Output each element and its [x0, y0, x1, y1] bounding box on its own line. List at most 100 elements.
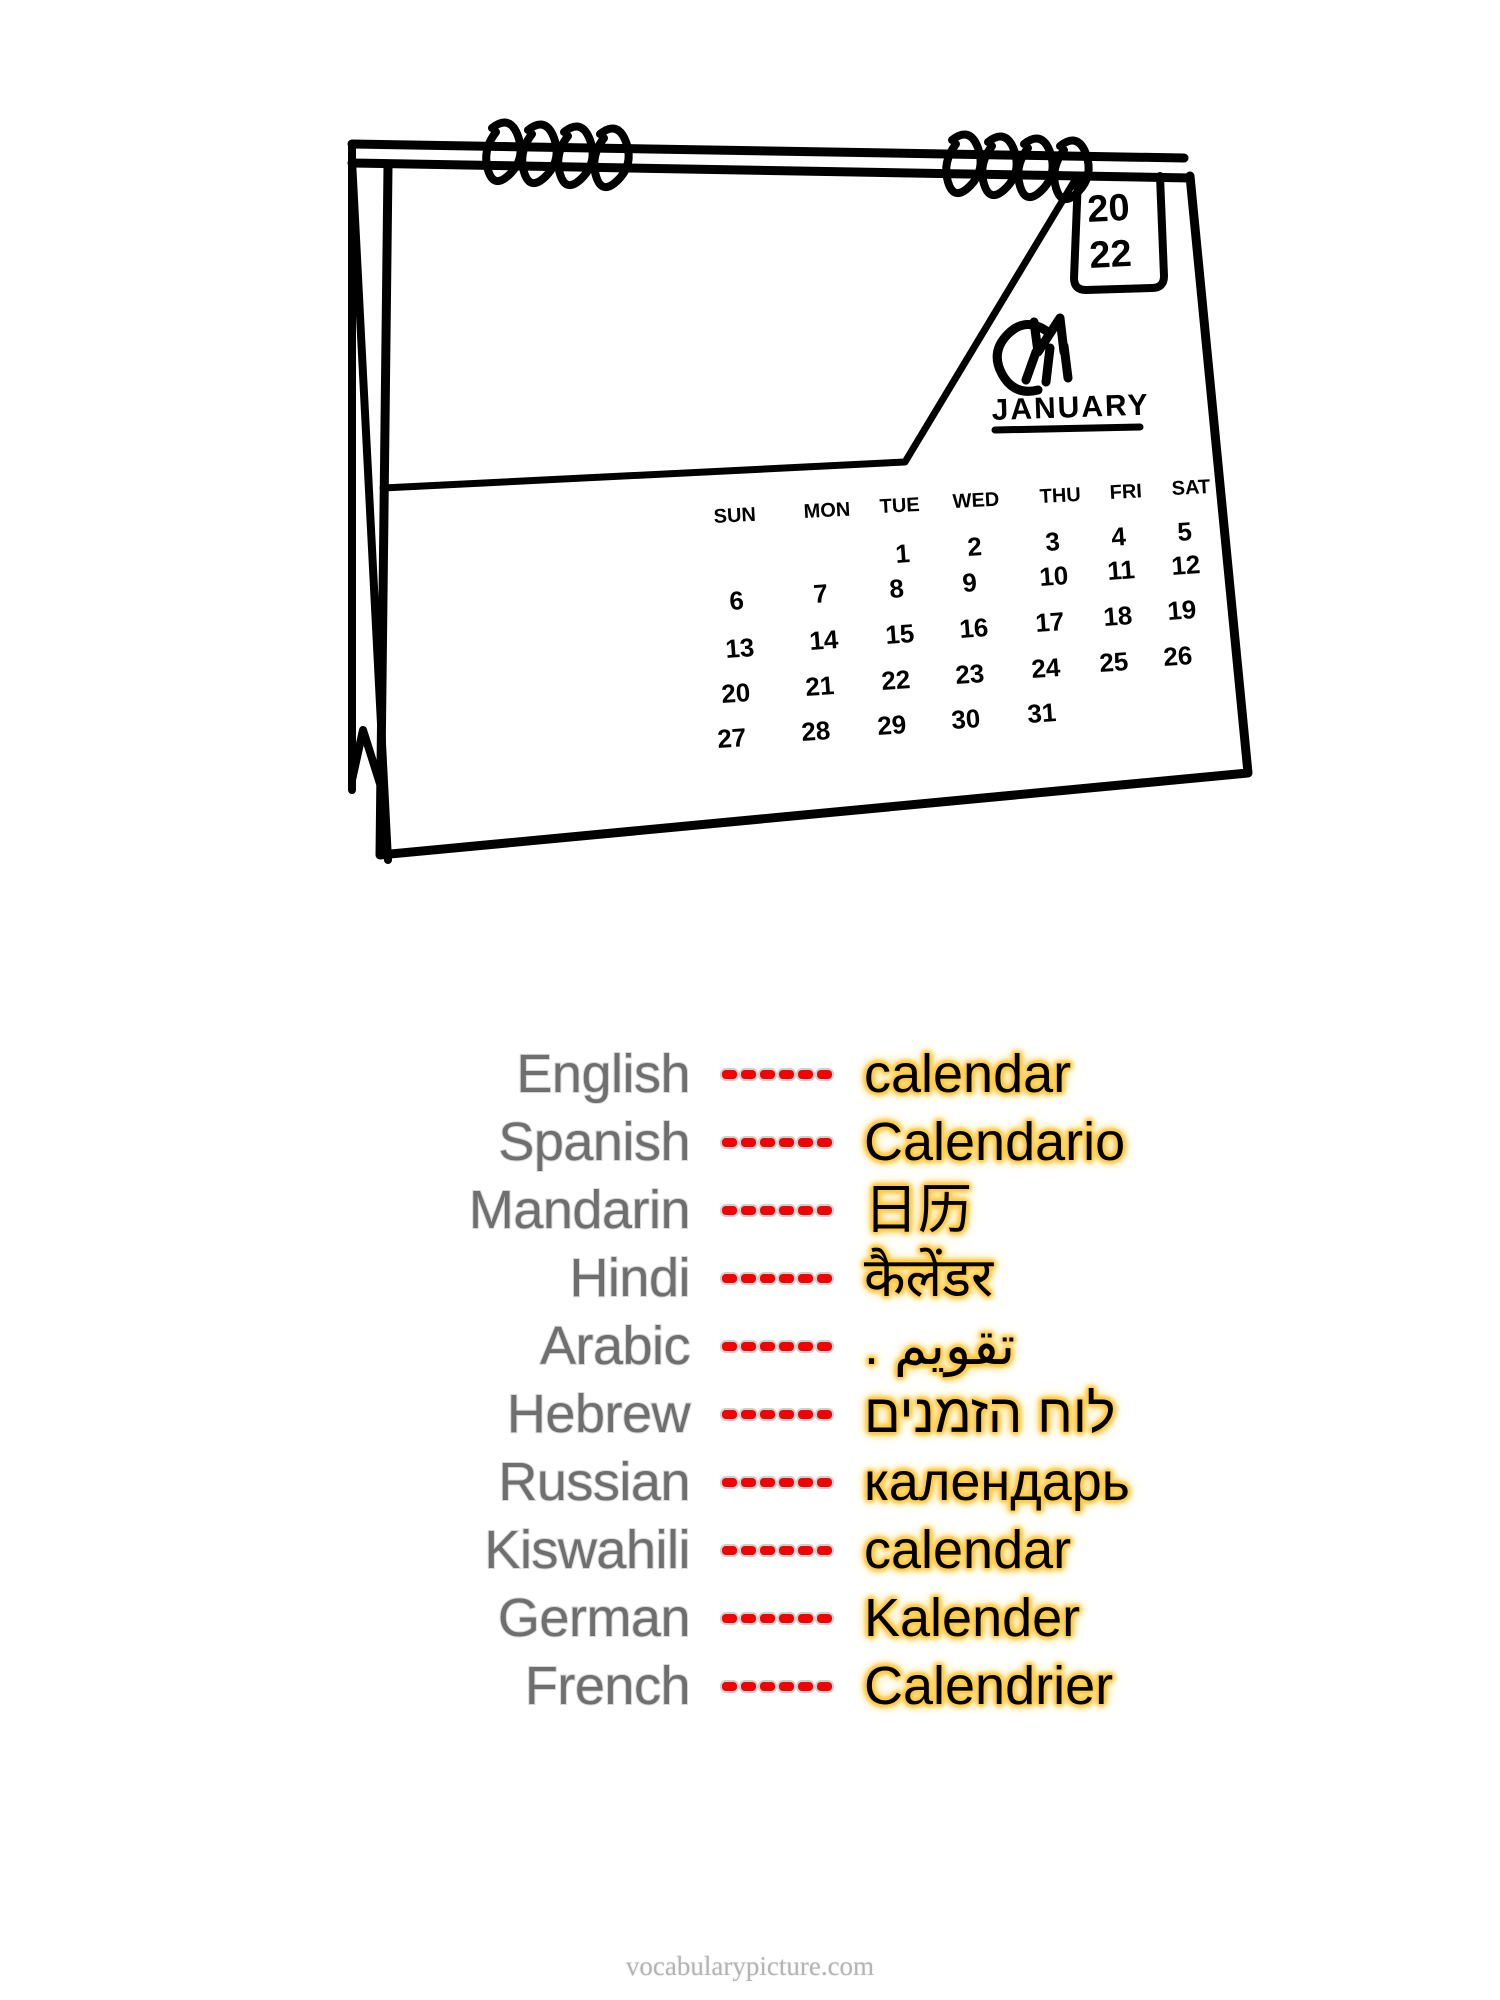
dash-segment [779, 1477, 794, 1487]
dash-segment [760, 1545, 775, 1555]
dash-segment [741, 1681, 756, 1691]
dash-segment [722, 1409, 737, 1419]
translation-row: Hindi कैलेंडर [0, 1244, 1500, 1312]
dash-segment [741, 1273, 756, 1283]
svg-text:16: 16 [958, 612, 989, 644]
site-footer: vocabularypicture.com [625, 1951, 875, 1981]
calendar-top-bar-front [347, 158, 1195, 183]
calendar-drawing-svg: 20 22 JANUARY SUN MON TUE WED THU FRI SA… [347, 118, 1253, 864]
language-label-english: English [515, 1044, 691, 1104]
language-label-french: French [524, 1656, 692, 1716]
dash-segment [779, 1205, 794, 1215]
dash-segment [798, 1477, 813, 1487]
translation-word-hindi: कैलेंडर [864, 1248, 994, 1308]
translation-word-arabic: تقويم . [864, 1316, 1016, 1376]
dash-segment [779, 1341, 794, 1351]
svg-text:9: 9 [961, 567, 978, 598]
translation-word-spanish: Calendario [864, 1112, 1126, 1172]
dash-segment [760, 1205, 775, 1215]
language-label-hebrew: Hebrew [506, 1384, 692, 1444]
dash-segment [779, 1681, 794, 1691]
dash-segment [741, 1409, 756, 1419]
translation-word-french: Calendrier [864, 1656, 1114, 1716]
dash-segment [798, 1613, 813, 1623]
svg-text:12: 12 [1170, 549, 1201, 581]
dashed-separator [712, 1545, 842, 1555]
dash-segment [817, 1409, 832, 1419]
dash-segment [779, 1137, 794, 1147]
dash-segment [760, 1273, 775, 1283]
translation-word-german: Kalender [864, 1588, 1081, 1648]
dash-segment [741, 1137, 756, 1147]
dash-segment [817, 1477, 832, 1487]
dash-segment [722, 1205, 737, 1215]
translation-word-english: calendar [864, 1044, 1072, 1104]
language-label-mandarin: Mandarin [468, 1180, 692, 1240]
dash-segment [779, 1273, 794, 1283]
svg-text:13: 13 [724, 632, 755, 664]
dash-segment [722, 1273, 737, 1283]
dashed-separator [712, 1205, 842, 1215]
svg-text:18: 18 [1102, 600, 1133, 632]
dash-segment [817, 1341, 832, 1351]
dash-segment [779, 1613, 794, 1623]
svg-text:23: 23 [954, 658, 985, 690]
svg-text:22: 22 [880, 664, 911, 696]
dash-segment [741, 1205, 756, 1215]
translation-word-hebrew: לוח הזמנים [864, 1384, 1116, 1444]
translation-row: Mandarin 日历 [0, 1176, 1500, 1244]
svg-text:WED: WED [952, 489, 1000, 513]
language-label-russian: Russian [497, 1452, 691, 1512]
dash-segment [798, 1205, 813, 1215]
svg-text:5: 5 [1176, 516, 1193, 547]
month-label: JANUARY [991, 389, 1150, 427]
dash-segment [779, 1069, 794, 1079]
dash-segment [722, 1477, 737, 1487]
dash-segment [741, 1069, 756, 1079]
svg-text:8: 8 [888, 573, 905, 604]
svg-text:1: 1 [894, 538, 911, 569]
svg-text:27: 27 [716, 722, 747, 754]
dash-segment [760, 1681, 775, 1691]
translation-row: Hebrew לוח הזמנים [0, 1380, 1500, 1448]
dashed-separator [712, 1681, 842, 1691]
svg-text:31: 31 [1026, 697, 1057, 729]
svg-text:7: 7 [812, 578, 829, 609]
language-label-hindi: Hindi [568, 1248, 691, 1308]
svg-text:MON: MON [803, 499, 851, 523]
calendar-logo-icon [992, 313, 1073, 396]
translation-word-russian: календарь [864, 1452, 1130, 1512]
weekday-header-row: SUN MON TUE WED THU FRI SAT [713, 476, 1211, 528]
svg-text:19: 19 [1166, 594, 1197, 626]
dash-segment [798, 1273, 813, 1283]
dash-segment [817, 1613, 832, 1623]
dash-segment [798, 1681, 813, 1691]
dash-segment [722, 1545, 737, 1555]
svg-text:28: 28 [800, 715, 831, 747]
svg-text:10: 10 [1038, 560, 1069, 592]
svg-text:17: 17 [1034, 606, 1065, 638]
dash-segment [760, 1477, 775, 1487]
dash-segment [817, 1205, 832, 1215]
translation-row: English calendar [0, 1040, 1500, 1108]
dash-segment [760, 1069, 775, 1079]
dash-segment [798, 1069, 813, 1079]
dash-segment [817, 1273, 832, 1283]
dashed-separator [712, 1409, 842, 1419]
svg-text:21: 21 [804, 670, 835, 702]
dash-segment [741, 1545, 756, 1555]
svg-text:11: 11 [1106, 554, 1136, 586]
month-underline [991, 423, 1144, 434]
dash-segment [817, 1137, 832, 1147]
dash-segment [722, 1137, 737, 1147]
year-tab-line-2: 22 [1088, 233, 1132, 277]
dash-segment [722, 1681, 737, 1691]
dashed-separator [712, 1477, 842, 1487]
dash-segment [722, 1069, 737, 1079]
translation-row: German Kalender [0, 1584, 1500, 1652]
dash-segment [779, 1409, 794, 1419]
svg-text:SUN: SUN [713, 504, 756, 528]
dashed-separator [712, 1613, 842, 1623]
svg-text:29: 29 [876, 709, 907, 741]
language-label-arabic: Arabic [539, 1316, 692, 1376]
